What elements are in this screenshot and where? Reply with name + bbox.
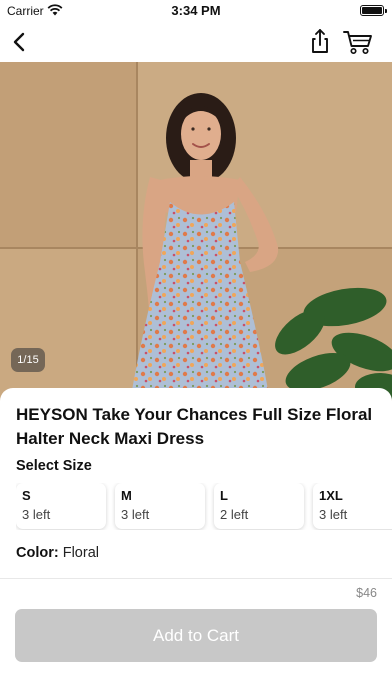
size-option-1xl[interactable]: 1XL 3 left <box>313 483 392 529</box>
color-label: Color: <box>16 545 59 561</box>
size-name: S <box>22 488 31 503</box>
product-photo <box>0 62 392 402</box>
battery-icon <box>360 5 387 16</box>
share-button[interactable] <box>306 26 334 56</box>
size-name: L <box>220 488 228 503</box>
cart-button[interactable] <box>342 26 374 56</box>
size-name: M <box>121 488 132 503</box>
product-image[interactable]: 1/15 <box>0 62 392 402</box>
status-bar: Carrier 3:34 PM <box>0 0 392 22</box>
chevron-left-icon <box>13 32 25 52</box>
product-details-sheet: HEYSON Take Your Chances Full Size Flora… <box>0 388 392 578</box>
size-options: S 3 left M 3 left L 2 left 1XL 3 left <box>16 483 392 530</box>
color-value: Floral <box>62 545 99 561</box>
size-option-s[interactable]: S 3 left <box>16 483 106 529</box>
back-button[interactable] <box>6 26 34 56</box>
price-label: $46 <box>356 586 377 600</box>
cart-icon <box>343 31 372 55</box>
color-info: Color: Floral <box>16 545 99 561</box>
size-name: 1XL <box>319 488 343 503</box>
size-option-m[interactable]: M 3 left <box>115 483 205 529</box>
divider <box>0 578 392 579</box>
size-stock: 2 left <box>220 507 249 522</box>
size-option-l[interactable]: L 2 left <box>214 483 304 529</box>
size-stock: 3 left <box>22 507 51 522</box>
size-stock: 3 left <box>319 507 348 522</box>
select-size-label: Select Size <box>16 458 92 474</box>
size-stock: 3 left <box>121 507 150 522</box>
nav-bar <box>0 22 392 62</box>
status-time: 3:34 PM <box>171 3 221 18</box>
add-to-cart-button[interactable]: Add to Cart <box>15 609 377 662</box>
share-icon <box>312 29 328 53</box>
image-counter: 1/15 <box>11 348 45 372</box>
product-title: HEYSON Take Your Chances Full Size Flora… <box>16 405 373 448</box>
